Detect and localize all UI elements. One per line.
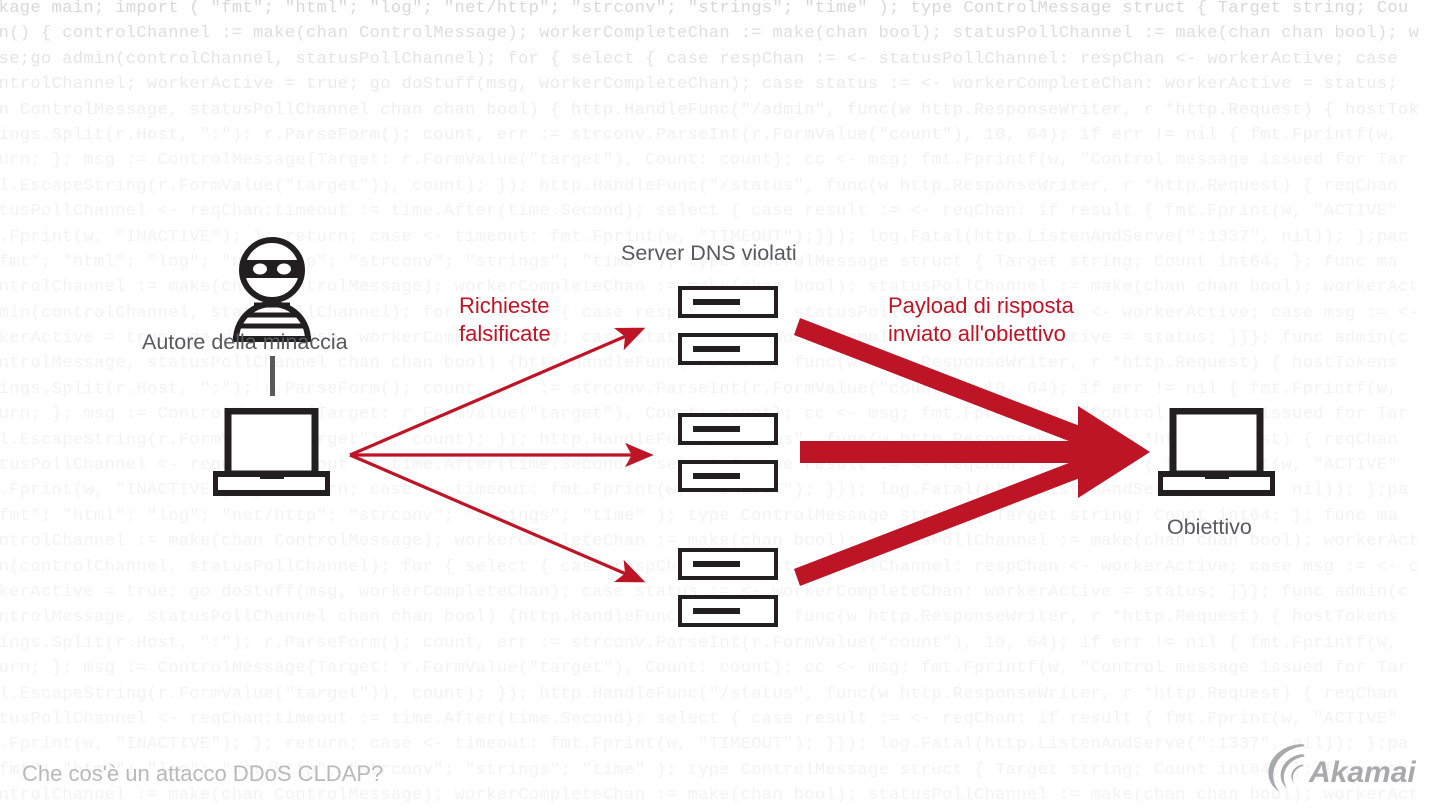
server-icon <box>678 333 778 365</box>
target-label: Obiettivo <box>1167 515 1252 539</box>
server-icon <box>678 413 778 445</box>
server-icon <box>678 460 778 492</box>
servers-label: Server DNS violati <box>621 241 797 265</box>
server-group-middle <box>678 413 782 507</box>
spoofed-requests-label-line2: falsificate <box>459 321 551 346</box>
attacker-connector-line <box>270 356 275 396</box>
target-laptop-icon <box>1157 407 1276 498</box>
payload-arrows <box>794 318 1150 586</box>
attacker-laptop-icon <box>212 407 331 498</box>
response-payload-label-line2: inviato all'obiettivo <box>888 321 1066 346</box>
server-icon <box>678 286 778 318</box>
spoofed-requests-label: Richieste falsificate <box>459 292 551 348</box>
akamai-logo-text: Akamai <box>1308 756 1416 789</box>
response-payload-label-line1: Payload di risposta <box>888 293 1074 318</box>
spoofed-requests-label-line1: Richieste <box>459 293 550 318</box>
arrows-layer <box>349 318 1150 586</box>
server-icon <box>678 595 778 627</box>
burglar-icon <box>233 236 311 342</box>
response-payload-label: Payload di risposta inviato all'obiettiv… <box>888 292 1074 348</box>
server-icon <box>678 548 778 580</box>
server-group-top <box>678 286 782 380</box>
diagram-canvas: ckage main; import ( "fmt"; "html"; "log… <box>0 0 1440 810</box>
server-group-bottom <box>678 548 782 642</box>
page-caption: Che cos'è un attacco DDoS CLDAP? <box>22 761 384 786</box>
attacker-label: Autore della minaccia <box>142 330 348 354</box>
spoofed-request-arrows <box>349 327 654 583</box>
akamai-logo: Akamai <box>1265 742 1425 794</box>
